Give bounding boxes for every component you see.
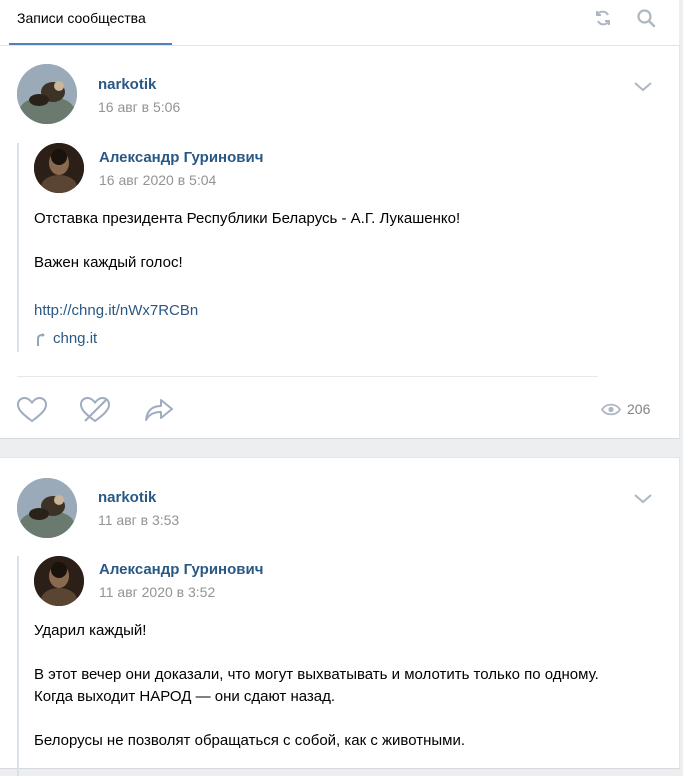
repost-text: Отставка президента Республики Беларусь …: [34, 210, 461, 271]
post-card: narkotik 11 авг в 3:53 Александр Гуринов…: [0, 458, 679, 776]
post-author[interactable]: narkotik: [98, 489, 156, 506]
link-domain[interactable]: chng.it: [53, 330, 97, 347]
repost-avatar[interactable]: [34, 556, 84, 606]
avatar[interactable]: [17, 64, 77, 124]
link-icon: [37, 333, 45, 346]
chevron-down-icon[interactable]: [634, 82, 652, 92]
post-author[interactable]: narkotik: [98, 76, 156, 93]
divider: [17, 376, 598, 377]
tab-label: Записи сообщества: [17, 10, 146, 26]
repost-text: Ударил каждый! В этот вечер они доказали…: [34, 622, 599, 749]
top-bar: Записи сообщества: [0, 0, 679, 46]
like-icon[interactable]: [17, 397, 47, 423]
search-icon[interactable]: [636, 8, 656, 28]
repost-avatar[interactable]: [34, 143, 84, 193]
repost-author[interactable]: Александр Гуринович: [99, 561, 263, 578]
unlike-icon[interactable]: [79, 395, 111, 425]
repost-bar: [17, 143, 19, 352]
post-date[interactable]: 16 авг в 5:06: [98, 99, 180, 115]
repost-date[interactable]: 16 авг 2020 в 5:04: [99, 172, 216, 188]
post-card: narkotik 16 авг в 5:06 Александр Гуринов…: [0, 46, 679, 438]
views-count: 206: [627, 401, 651, 417]
tab-community-posts[interactable]: Записи сообщества: [9, 0, 172, 45]
eye-icon: [601, 403, 621, 416]
repost-author[interactable]: Александр Гуринович: [99, 149, 263, 166]
refresh-icon[interactable]: [593, 8, 613, 28]
post-date[interactable]: 11 авг в 3:53: [98, 512, 179, 528]
repost-date[interactable]: 11 авг 2020 в 3:52: [99, 584, 215, 600]
share-icon[interactable]: [144, 398, 174, 422]
repost-bar: [17, 556, 19, 776]
chevron-down-icon[interactable]: [634, 494, 652, 504]
repost-link[interactable]: http://chng.it/nWx7RCBn: [34, 302, 198, 319]
avatar[interactable]: [17, 478, 77, 538]
